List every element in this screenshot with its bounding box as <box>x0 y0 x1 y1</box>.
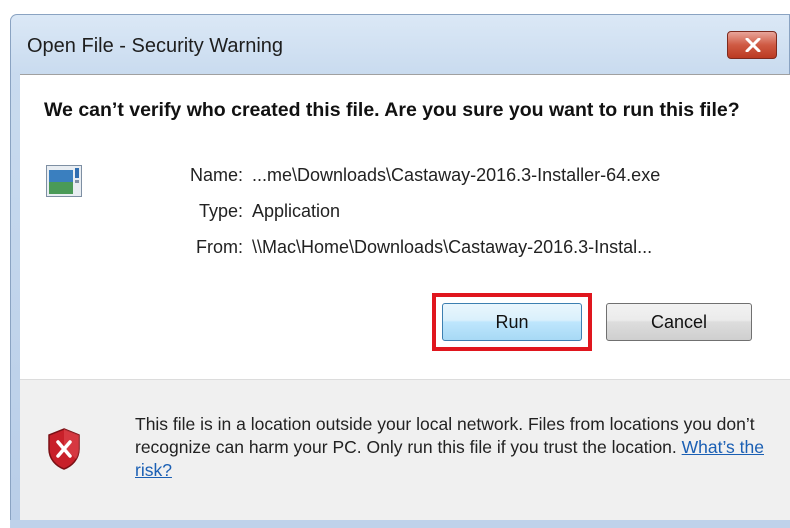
cancel-button[interactable]: Cancel <box>606 303 752 341</box>
dialog-body: We can’t verify who created this file. A… <box>20 74 790 520</box>
window-frame-left <box>10 74 20 524</box>
close-icon <box>745 38 761 52</box>
close-button[interactable] <box>727 31 777 59</box>
security-warning-message: This file is in a location outside your … <box>135 413 765 482</box>
shield-error-icon <box>48 428 80 470</box>
type-value: Application <box>252 201 341 221</box>
from-label: From: <box>196 237 243 257</box>
type-label: Type: <box>198 201 243 221</box>
section-divider <box>20 379 790 380</box>
dialog-headline: We can’t verify who created this file. A… <box>44 99 740 121</box>
dialog-main-panel: We can’t verify who created this file. A… <box>20 75 790 379</box>
title-bar[interactable]: Open File - Security Warning <box>10 14 790 74</box>
window-frame-bottom <box>10 520 790 528</box>
run-button[interactable]: Run <box>442 303 582 341</box>
name-value: ...me\Downloads\Castaway-2016.3-Installe… <box>252 165 661 185</box>
from-value: \\Mac\Home\Downloads\Castaway-2016.3-Ins… <box>252 237 653 257</box>
name-label: Name: <box>189 165 243 185</box>
application-file-icon <box>46 165 82 197</box>
window-title: Open File - Security Warning <box>27 35 284 57</box>
warning-text: This file is in a location outside your … <box>135 414 755 457</box>
